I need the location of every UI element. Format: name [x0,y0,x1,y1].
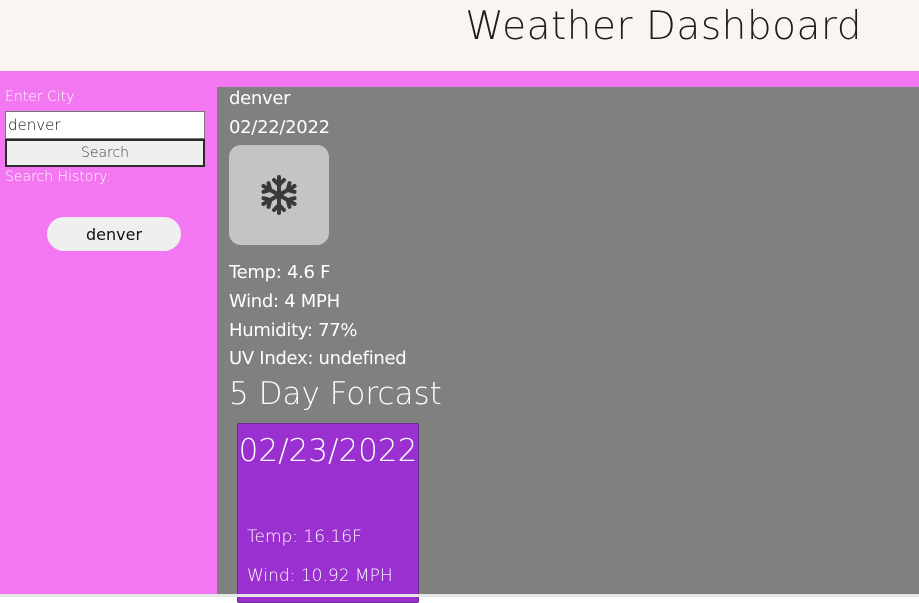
enter-city-label: Enter City [5,89,75,105]
search-history-label: Search History: [5,169,112,185]
current-uv-index: UV Index: undefined [229,348,407,369]
forecast-card: 02/23/2022 Temp: 16.16F Wind: 10.92 MPH [237,423,419,603]
current-city: denver [229,88,291,109]
current-date: 02/22/2022 [229,117,330,138]
forecast-temp: Temp: 16.16F [247,527,362,547]
forecast-date: 02/23/2022 [238,433,418,469]
search-button[interactable]: Search [5,139,205,167]
header: Weather Dashboard [0,0,919,71]
weather-icon-box [229,145,329,245]
current-humidity: Humidity: 77% [229,320,358,341]
current-weather-panel: denver 02/22/2022 Temp: 4.6 F Wind: 4 MP… [217,87,919,603]
history-item-denver[interactable]: denver [47,217,181,251]
forecast-wind: Wind: 10.92 MPH [247,566,393,586]
current-wind: Wind: 4 MPH [229,291,340,312]
snowflake-icon [261,175,297,215]
page-title: Weather Dashboard [465,4,862,49]
forecast-title: 5 Day Forcast [229,376,442,412]
current-temp: Temp: 4.6 F [229,262,331,283]
city-search-input[interactable] [5,111,205,139]
sidebar: Enter City Search Search History: denver [0,71,217,594]
